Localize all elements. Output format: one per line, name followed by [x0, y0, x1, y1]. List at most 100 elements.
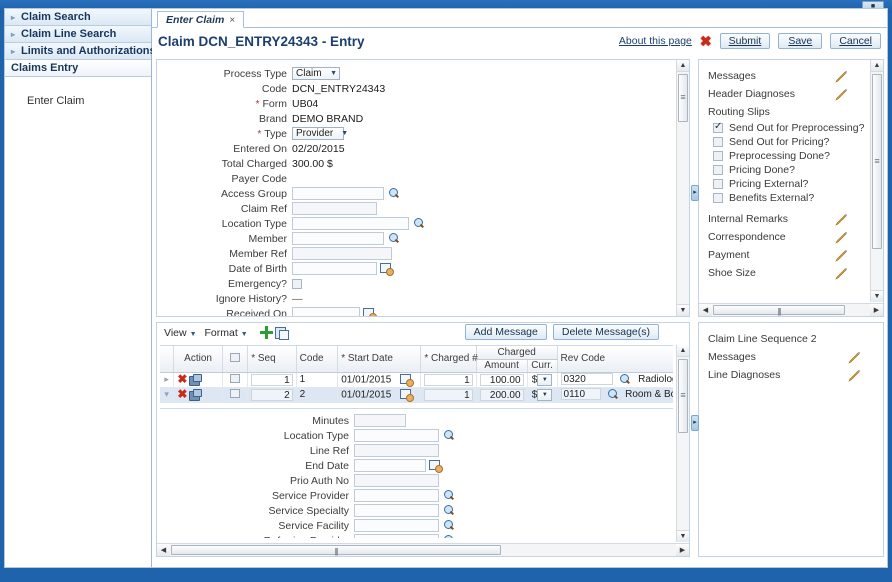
pencil-icon[interactable] — [848, 369, 861, 382]
line-location-type-input[interactable] — [354, 429, 439, 442]
rev-code-input[interactable]: 0110 — [560, 388, 601, 401]
row-checkbox[interactable] — [230, 388, 240, 398]
cell-code[interactable]: 2 — [296, 387, 339, 403]
header-curr[interactable]: Curr. — [527, 359, 558, 373]
search-icon[interactable] — [413, 217, 425, 230]
vertical-splitter-handle-top[interactable]: ▸ — [691, 185, 699, 201]
calendar-icon[interactable] — [380, 262, 394, 276]
about-this-page-link[interactable]: About this page — [619, 35, 692, 47]
chevron-down-icon[interactable]: ▼ — [537, 373, 553, 386]
format-menu-button[interactable]: Format ▼ — [203, 327, 254, 339]
vertical-splitter-handle-bottom[interactable]: ▸ — [691, 415, 699, 431]
calendar-icon[interactable] — [429, 459, 443, 473]
cell-start-date[interactable]: 01/01/2015 — [337, 372, 422, 388]
header-amount[interactable]: Amount — [476, 359, 528, 373]
date-of-birth-input[interactable] — [292, 262, 377, 275]
cell-seq[interactable]: 2 — [247, 387, 297, 403]
sidebar-item-claims-entry[interactable]: Claims Entry — [5, 60, 151, 77]
attribute-row-correspondence[interactable]: Correspondence — [699, 228, 870, 246]
save-button[interactable]: Save — [778, 33, 823, 49]
delete-messages-button[interactable]: Delete Message(s) — [552, 324, 659, 340]
routing-option-send-out-preprocessing[interactable]: Send Out for Preprocessing? — [699, 121, 870, 135]
scroll-left-arrow[interactable]: ◀ — [157, 544, 170, 556]
sidebar-link-enter-claim[interactable]: Enter Claim — [5, 93, 151, 109]
pencil-icon[interactable] — [835, 231, 848, 244]
scroll-up-arrow[interactable]: ▲ — [871, 60, 883, 72]
delete-row-icon[interactable]: ✖ — [177, 372, 187, 386]
routing-option-pricing-done[interactable]: Pricing Done? — [699, 163, 870, 177]
undo-row-icon[interactable] — [189, 374, 203, 387]
search-icon[interactable] — [443, 534, 455, 538]
prio-auth-no-input[interactable] — [354, 474, 439, 487]
sidebar-item-claim-line-search[interactable]: ▸ Claim Line Search — [5, 26, 151, 43]
search-icon[interactable] — [619, 373, 631, 386]
checkbox[interactable] — [713, 121, 723, 133]
header-seq[interactable]: * Seq — [247, 346, 297, 373]
pencil-icon[interactable] — [835, 267, 848, 280]
scroll-thumb[interactable] — [171, 545, 501, 557]
row-expand-toggle[interactable]: ▾ — [160, 387, 175, 403]
rev-code-input[interactable]: 0320 — [560, 373, 613, 386]
add-message-button[interactable]: Add Message — [464, 324, 547, 340]
received-on-input[interactable] — [292, 307, 360, 316]
undo-row-icon[interactable] — [189, 389, 203, 402]
checkbox[interactable] — [713, 179, 723, 189]
attribute-row-payment[interactable]: Payment — [699, 246, 870, 264]
seq-input[interactable]: 2 — [251, 388, 293, 401]
scroll-down-arrow[interactable]: ▼ — [677, 304, 689, 316]
access-group-input[interactable] — [292, 187, 384, 200]
member-input[interactable] — [292, 232, 384, 245]
end-date-input[interactable] — [354, 459, 426, 472]
scroll-down-arrow[interactable]: ▼ — [677, 530, 689, 542]
line-ref-input[interactable] — [354, 444, 439, 457]
cell-charged-num[interactable]: 1 — [420, 387, 477, 403]
scroll-left-arrow[interactable]: ◀ — [699, 304, 712, 316]
member-ref-input[interactable] — [292, 247, 392, 260]
claim-lines-vertical-scrollbar[interactable]: ▲ ▼ — [676, 345, 689, 542]
line-attribute-row-line-diagnoses[interactable]: Line Diagnoses — [699, 366, 883, 384]
cell-amount[interactable]: 200.00 — [476, 387, 528, 403]
header-start-date[interactable]: * Start Date — [337, 346, 422, 373]
header-action[interactable]: Action — [173, 346, 223, 373]
tab-enter-claim[interactable]: Enter Claim × — [157, 11, 245, 28]
checkbox[interactable] — [713, 193, 723, 203]
header-rev-code[interactable]: Rev Code — [557, 346, 673, 373]
scroll-thumb[interactable] — [678, 74, 688, 122]
service-provider-input[interactable] — [354, 489, 439, 502]
location-type-input[interactable] — [292, 217, 409, 230]
tab-close-icon[interactable]: × — [229, 15, 235, 26]
cell-amount[interactable]: 100.00 — [476, 372, 528, 388]
emergency-checkbox[interactable] — [292, 278, 302, 289]
pencil-icon[interactable] — [835, 88, 848, 101]
table-row[interactable]: ▸ ✖ 1 1 01/01/2015 1 100.00 $ ▼ 0320 Rad… — [160, 372, 673, 388]
charged-num-input[interactable]: 1 — [424, 373, 473, 386]
attribute-row-internal-remarks[interactable]: Internal Remarks — [699, 210, 870, 228]
row-select-cell[interactable] — [222, 372, 249, 388]
search-icon[interactable] — [443, 429, 455, 442]
checkbox[interactable] — [713, 137, 723, 147]
header-select-all[interactable] — [222, 346, 249, 373]
attribute-row-shoe-size[interactable]: Shoe Size — [699, 264, 870, 282]
cell-seq[interactable]: 1 — [247, 372, 297, 388]
pencil-icon[interactable] — [848, 351, 861, 364]
referring-provider-input[interactable] — [354, 534, 439, 538]
attribute-row-messages[interactable]: Messages — [699, 67, 870, 85]
scroll-up-arrow[interactable]: ▲ — [677, 60, 689, 72]
seq-input[interactable]: 1 — [251, 373, 293, 386]
checkbox[interactable] — [713, 151, 723, 161]
pencil-icon[interactable] — [835, 249, 848, 262]
scroll-thumb[interactable] — [872, 74, 882, 249]
routing-option-pricing-external[interactable]: Pricing External? — [699, 177, 870, 191]
header-code[interactable]: Code — [296, 346, 339, 373]
type-dropdown[interactable]: Provider ▼ — [292, 127, 348, 140]
line-attribute-row-messages[interactable]: Messages — [699, 348, 883, 366]
service-facility-input[interactable] — [354, 519, 439, 532]
select-all-checkbox[interactable] — [230, 352, 240, 362]
row-expand-toggle[interactable]: ▸ — [160, 372, 175, 388]
table-row[interactable]: ▾ ✖ 2 2 01/01/2015 1 200.00 $ ▼ 0110 Roo… — [160, 387, 673, 403]
submit-button[interactable]: Submit — [719, 33, 771, 49]
close-x-icon[interactable]: ✖ — [700, 34, 712, 48]
attributes-horizontal-scrollbar[interactable]: ◀ ▶ — [699, 303, 883, 317]
cell-rev-code[interactable]: 0320 Radiology — [557, 372, 673, 388]
search-icon[interactable] — [443, 489, 455, 502]
